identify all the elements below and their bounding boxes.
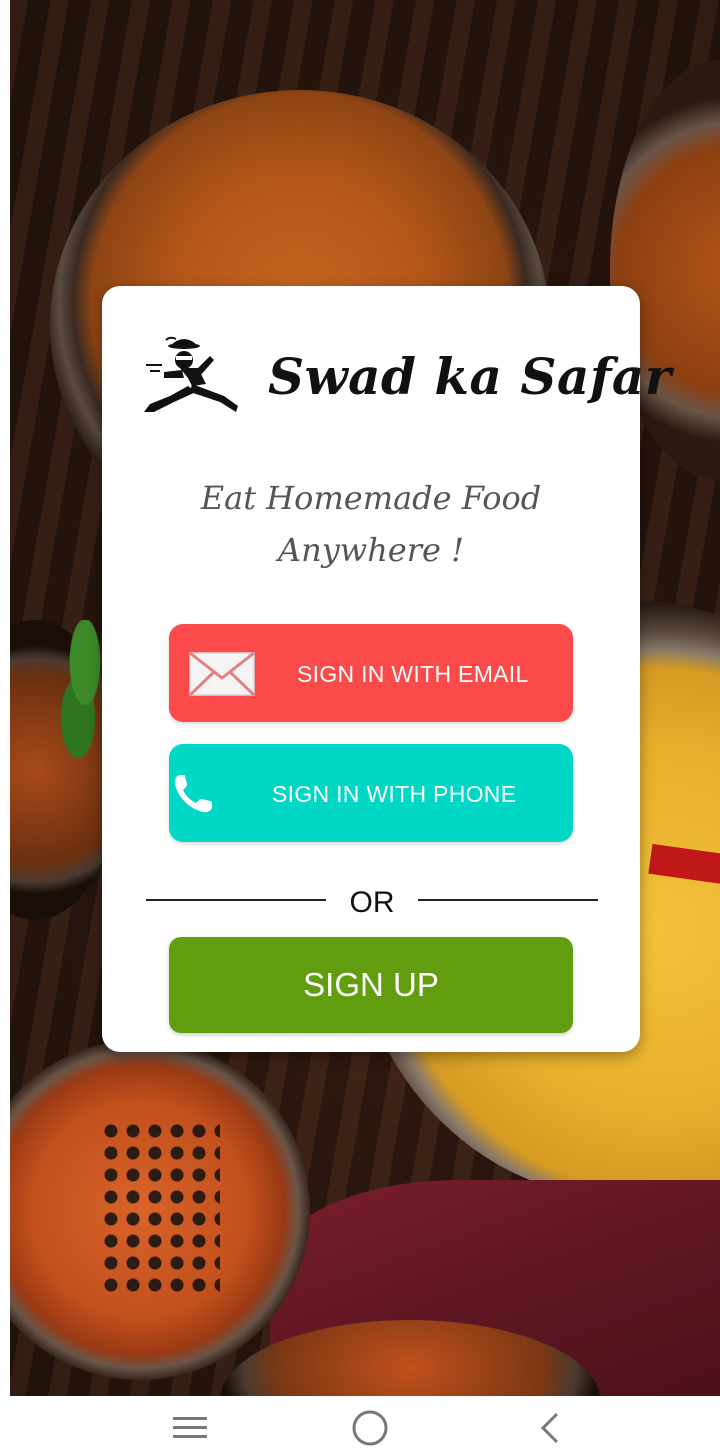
sign-up-button[interactable]: SIGN UP	[169, 937, 573, 1033]
tagline: Eat Homemade Food Anywhere !	[102, 472, 640, 576]
sign-in-phone-button[interactable]: SIGN IN WITH PHONE	[169, 744, 573, 842]
back-button[interactable]	[520, 1406, 580, 1450]
sign-in-email-label: SIGN IN WITH EMAIL	[297, 661, 529, 687]
chevron-left-icon	[540, 1412, 559, 1444]
tagline-line-2: Anywhere !	[278, 531, 464, 569]
sign-up-label: SIGN UP	[303, 966, 439, 1003]
or-divider: OR	[146, 884, 598, 924]
sign-in-email-button[interactable]: SIGN IN WITH EMAIL	[169, 624, 573, 722]
phone-icon	[174, 775, 212, 813]
tagline-line-1: Eat Homemade Food	[200, 479, 542, 517]
brand-name: Swad ka Safar	[268, 346, 672, 406]
delivery-runner-icon	[144, 336, 238, 412]
recent-apps-button[interactable]	[160, 1406, 220, 1450]
menu-icon	[173, 1417, 207, 1438]
logo: Swad ka Safar	[140, 328, 672, 424]
sign-in-phone-label: SIGN IN WITH PHONE	[272, 781, 517, 807]
login-card: Swad ka Safar Eat Homemade Food Anywhere…	[102, 286, 671, 1052]
or-text: OR	[349, 886, 395, 919]
divider-line-right	[418, 899, 598, 901]
home-button[interactable]	[340, 1406, 400, 1450]
mail-icon	[189, 652, 255, 696]
circle-home-icon	[352, 1410, 388, 1446]
system-navigation-bar	[0, 1396, 720, 1456]
